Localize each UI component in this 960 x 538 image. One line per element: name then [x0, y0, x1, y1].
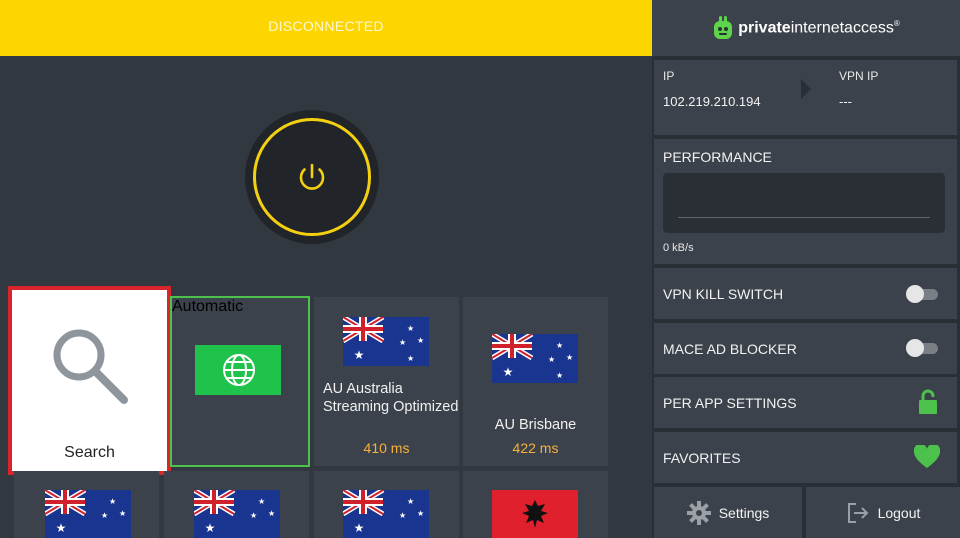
- ip-panel: IP 102.219.210.194 VPN IP ---: [654, 60, 957, 135]
- latency-au-streaming: 410 ms: [363, 440, 410, 456]
- per-app-row[interactable]: PER APP SETTINGS: [654, 377, 957, 428]
- svg-text:★: ★: [354, 521, 365, 535]
- mace-toggle[interactable]: [906, 339, 940, 357]
- favorites-label: FAVORITES: [663, 450, 741, 466]
- kill-switch-toggle[interactable]: [906, 285, 940, 303]
- svg-text:★: ★: [407, 324, 414, 333]
- robot-icon: [714, 16, 733, 39]
- kill-switch-row[interactable]: VPN KILL SWITCH: [654, 268, 957, 319]
- svg-text:★: ★: [548, 355, 555, 364]
- brand-header: privateinternetaccess®: [652, 0, 960, 56]
- svg-text:★: ★: [399, 338, 406, 347]
- connect-button[interactable]: [245, 110, 379, 244]
- server-tile-row2-1[interactable]: ★ ★ ★ ★: [14, 471, 159, 538]
- globe-icon: [223, 354, 255, 386]
- performance-panel: PERFORMANCE 0 kB/s: [654, 139, 957, 264]
- gear-icon: [686, 500, 711, 525]
- svg-text:★: ★: [268, 509, 275, 518]
- per-app-label: PER APP SETTINGS: [663, 395, 797, 411]
- albania-flag-icon: [492, 490, 578, 538]
- app-root: DISCONNECTED Search Automatic ★ ★ ★ ★ ★ …: [0, 0, 960, 538]
- connection-status-bar: DISCONNECTED: [0, 0, 652, 56]
- australia-flag-icon: ★ ★ ★ ★ ★: [343, 317, 429, 366]
- sidebar: privateinternetaccess® IP 102.219.210.19…: [652, 0, 960, 538]
- brand-name: privateinternetaccess®: [738, 18, 900, 37]
- search-tile-label: Search: [64, 444, 115, 461]
- logout-label: Logout: [877, 504, 921, 521]
- svg-text:★: ★: [417, 509, 424, 518]
- automatic-tile[interactable]: Automatic: [170, 296, 310, 467]
- performance-title: PERFORMANCE: [663, 149, 772, 165]
- ip-label: IP: [663, 69, 675, 83]
- svg-text:★: ★: [566, 353, 573, 362]
- svg-text:★: ★: [556, 341, 563, 350]
- svg-text:★: ★: [399, 511, 406, 520]
- arrow-right-icon: [801, 79, 811, 99]
- server-label-au-brisbane: AU Brisbane: [494, 417, 577, 433]
- australia-flag-icon: ★ ★ ★ ★: [45, 490, 131, 538]
- power-ring[interactable]: [253, 118, 371, 236]
- server-tile-au-streaming[interactable]: ★ ★ ★ ★ ★ AU Australia Streaming Optimiz…: [314, 297, 459, 466]
- kill-switch-label: VPN KILL SWITCH: [663, 286, 784, 302]
- eagle-icon: [522, 500, 548, 528]
- performance-rate: 0 kB/s: [663, 242, 694, 254]
- svg-text:★: ★: [119, 509, 126, 518]
- connection-status-text: DISCONNECTED: [268, 18, 384, 34]
- server-tile-row2-3[interactable]: ★ ★ ★ ★: [314, 471, 459, 538]
- power-icon: [299, 163, 325, 190]
- logout-icon: [847, 502, 868, 523]
- automatic-label: Automatic: [172, 298, 244, 315]
- search-icon: [53, 329, 128, 404]
- svg-text:★: ★: [258, 497, 265, 506]
- latency-au-brisbane: 422 ms: [512, 440, 559, 456]
- australia-flag-icon: ★ ★ ★ ★: [343, 490, 429, 538]
- server-tile-row2-4[interactable]: [463, 471, 608, 538]
- svg-text:★: ★: [205, 521, 216, 535]
- favorites-row[interactable]: FAVORITES: [654, 432, 957, 483]
- svg-text:★: ★: [250, 511, 257, 520]
- search-tile[interactable]: Search: [8, 286, 171, 475]
- svg-text:★: ★: [407, 354, 414, 363]
- logout-button[interactable]: Logout: [806, 487, 960, 538]
- settings-button[interactable]: Settings: [654, 487, 802, 538]
- vpn-ip-label: VPN IP: [839, 69, 879, 83]
- heart-icon: [914, 445, 940, 468]
- server-tile-au-brisbane[interactable]: ★ ★ ★ ★ ★ AU Brisbane 422 ms: [463, 297, 608, 466]
- svg-text:★: ★: [407, 497, 414, 506]
- svg-text:★: ★: [109, 497, 116, 506]
- svg-text:★: ★: [56, 521, 67, 535]
- svg-text:★: ★: [101, 511, 108, 520]
- svg-text:★: ★: [417, 336, 424, 345]
- server-label-au-streaming: AU Australia Streaming Optimized: [323, 381, 459, 415]
- server-tile-row2-2[interactable]: ★ ★ ★ ★: [164, 471, 309, 538]
- performance-graph: [663, 173, 945, 233]
- mace-row[interactable]: MACE AD BLOCKER: [654, 323, 957, 374]
- svg-text:★: ★: [556, 371, 563, 380]
- svg-text:★: ★: [354, 348, 365, 362]
- ip-value: 102.219.210.194: [663, 94, 761, 109]
- vpn-ip-value: ---: [839, 94, 852, 109]
- australia-flag-icon: ★ ★ ★ ★ ★: [492, 334, 578, 383]
- settings-label: Settings: [718, 504, 770, 521]
- australia-flag-icon: ★ ★ ★ ★: [194, 490, 280, 538]
- mace-label: MACE AD BLOCKER: [663, 341, 797, 357]
- lock-open-icon: [919, 389, 937, 414]
- globe-flag: [195, 345, 281, 395]
- svg-text:★: ★: [503, 365, 514, 379]
